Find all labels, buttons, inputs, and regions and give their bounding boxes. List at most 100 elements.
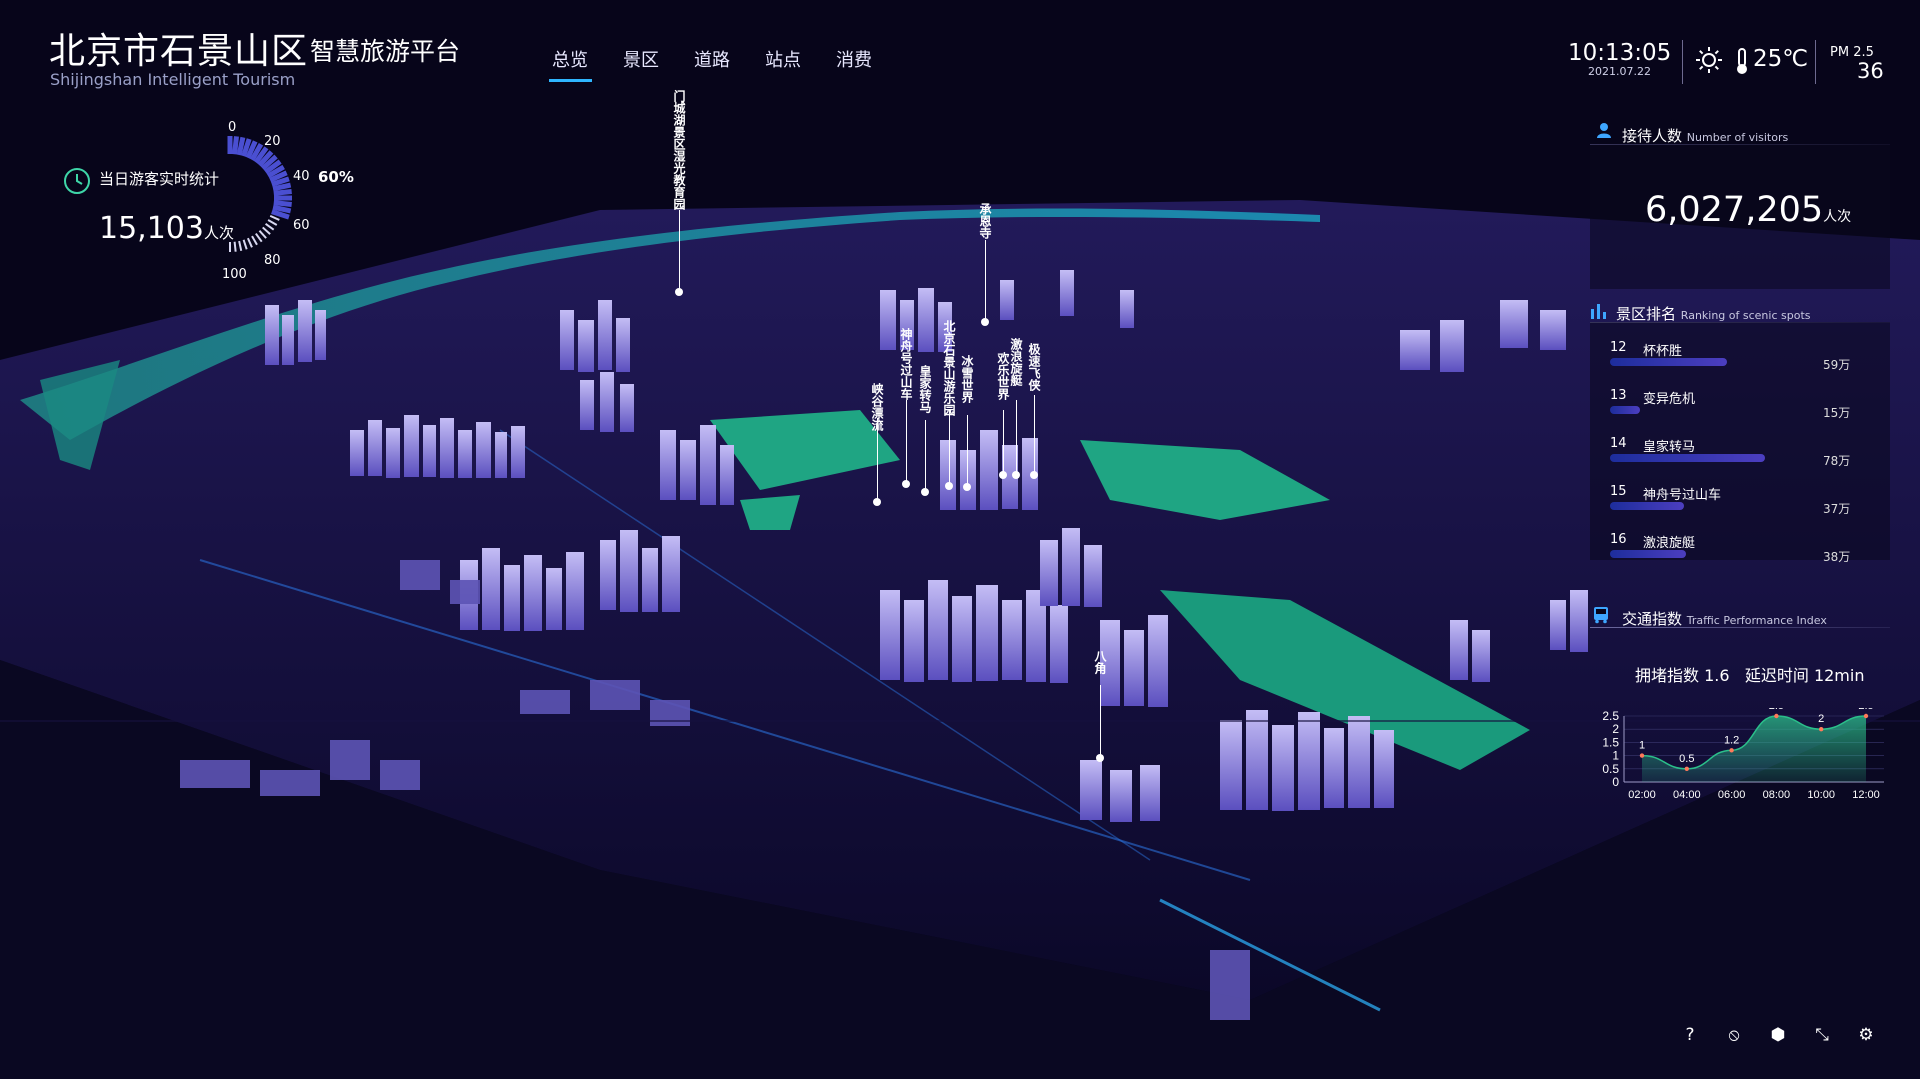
pm25-value: 36 [1857, 59, 1884, 83]
visitors-unit: 人次 [1823, 209, 1852, 225]
gauge-tick [265, 223, 275, 231]
page-title-en: Shijingshan Intelligent Tourism [50, 70, 296, 89]
tab-consumption[interactable]: 消费 [836, 46, 872, 72]
ranking-value: 78万 [1823, 454, 1851, 468]
ranking-bar [1610, 406, 1640, 414]
y-tick-label: 1.5 [1602, 735, 1619, 749]
spot-pin-dot[interactable] [902, 480, 910, 488]
user-icon [1597, 123, 1611, 138]
spot-pin-dot[interactable] [1096, 754, 1104, 762]
y-tick-label: 0.5 [1602, 762, 1619, 776]
ranking-name: 激浪旋艇 [1643, 536, 1696, 551]
spot-pin-dot[interactable] [945, 482, 953, 490]
ranking-value: 15万 [1823, 406, 1851, 420]
spot-pin-dot[interactable] [1012, 471, 1020, 479]
spot-pin-dot[interactable] [873, 498, 881, 506]
sound-icon[interactable]: ⦸ [1722, 1023, 1746, 1047]
page-title: 北京市石景山区 [49, 31, 309, 72]
ranking-index: 12 [1610, 340, 1627, 355]
gauge-tick-label: 80 [264, 253, 281, 268]
spot-pin-line [967, 415, 968, 487]
ranking-item[interactable]: 13 变异危机 15万 [1610, 388, 1880, 436]
y-tick-label: 2 [1612, 722, 1619, 736]
visitors-title-en: Number of visitors [1686, 131, 1789, 144]
spot-pin-line [925, 420, 926, 492]
help-glyph: ? [1685, 1025, 1695, 1045]
chart-point [1684, 766, 1689, 771]
y-tick-label: 2.5 [1602, 709, 1619, 723]
spot-label-bajiao[interactable]: 八角 [1093, 650, 1107, 674]
ranking-index: 14 [1610, 436, 1627, 451]
spot-label-happy-world[interactable]: 欢乐世界 [996, 352, 1010, 400]
tab-stations[interactable]: 站点 [765, 46, 801, 72]
green-area-center [740, 495, 800, 530]
delay-label: 延迟时间 [1744, 666, 1809, 685]
gauge-tick [269, 214, 280, 221]
gauge-tick [232, 136, 239, 155]
gauge-tick [246, 237, 253, 248]
y-tick-label: 0 [1612, 775, 1619, 789]
ranking-item[interactable]: 12 杯杯胜 59万 [1610, 340, 1880, 388]
spot-label-jisu[interactable]: 极速飞侠 [1027, 343, 1041, 391]
ranking-item[interactable]: 16 激浪旋艇 38万 [1610, 532, 1880, 580]
traffic-title-en: Traffic Performance Index [1686, 614, 1827, 627]
chart-data-label: 0.5 [1679, 753, 1694, 765]
traffic-title-cn: 交通指数 [1622, 610, 1683, 628]
spot-label-shenzhou[interactable]: 神舟号过山车 [899, 328, 913, 400]
ranking-name: 杯杯胜 [1643, 344, 1683, 359]
x-tick-label: 10:00 [1807, 789, 1835, 801]
spot-pin-dot[interactable] [675, 288, 683, 296]
spot-pin-dot[interactable] [981, 318, 989, 326]
ranking-item[interactable]: 14 皇家转马 78万 [1610, 436, 1880, 484]
spot-pin-dot[interactable] [963, 483, 971, 491]
x-tick-label: 04:00 [1673, 789, 1701, 801]
x-tick-label: 12:00 [1852, 789, 1880, 801]
ranking-title-en: Ranking of scenic spots [1680, 309, 1811, 322]
visitors-total: 6,027,205人次 [1645, 190, 1851, 230]
chart-point [1863, 713, 1869, 719]
gear-icon[interactable]: ⚙ [1854, 1023, 1878, 1047]
spot-label-bingxue[interactable]: 冰雪世界 [960, 355, 974, 403]
gauge-tick [258, 230, 267, 239]
spot-pin-line [679, 210, 680, 292]
chart-data-label: 2.5 [1769, 708, 1784, 712]
clock-icon [64, 168, 90, 194]
spot-label-menchenghu[interactable]: 门城湖景区湿光教育园 [672, 90, 686, 210]
header-divider [1815, 40, 1816, 84]
cube-icon[interactable]: ⬢ [1766, 1023, 1790, 1047]
tab-scenic[interactable]: 景区 [623, 46, 659, 72]
chart-data-label: 1 [1639, 740, 1645, 752]
spot-label-amusement-park[interactable]: 北京石景山游乐园 [942, 320, 956, 416]
spot-pin-line [949, 410, 950, 486]
spot-pin-line [1003, 410, 1004, 475]
pm25-label: PM 2.5 [1830, 45, 1874, 60]
chart-point [1774, 713, 1779, 719]
spot-label-jilang[interactable]: 激浪旋艇 [1009, 338, 1023, 386]
spot-label-huangjia[interactable]: 皇家转马 [918, 365, 932, 413]
chart-point [1819, 727, 1824, 732]
spot-pin-dot[interactable] [999, 471, 1007, 479]
collapse-icon[interactable]: ⤡ [1810, 1023, 1834, 1047]
spot-pin-dot[interactable] [921, 488, 929, 496]
tab-roads[interactable]: 道路 [694, 46, 730, 72]
temperature: 25℃ [1753, 46, 1809, 72]
ranking-item[interactable]: 15 神舟号过山车 37万 [1610, 484, 1880, 532]
gauge-tick-label: 0 [228, 120, 237, 135]
traffic-title: 交通指数 Traffic Performance Index [1622, 608, 1827, 629]
gauge-tick [233, 241, 237, 252]
gauge-tick [262, 226, 271, 235]
spot-label-chengensi[interactable]: 承恩寺 [978, 203, 992, 239]
x-tick-label: 06:00 [1718, 789, 1746, 801]
bar-chart-icon [1591, 304, 1606, 319]
tab-overview[interactable]: 总览 [552, 46, 588, 72]
help-icon[interactable]: ? [1678, 1023, 1702, 1047]
ranking-bar [1610, 358, 1727, 366]
spot-pin-dot[interactable] [1030, 471, 1038, 479]
ranking-title: 景区排名 Ranking of scenic spots [1616, 303, 1811, 324]
realtime-gauge [227, 136, 292, 252]
gauge-tick [255, 233, 263, 243]
spot-label-xiagu[interactable]: 峡谷漂流 [870, 383, 884, 431]
ranking-name: 变异危机 [1643, 392, 1696, 407]
gauge-tick [238, 240, 243, 252]
chart-point [1729, 748, 1734, 753]
